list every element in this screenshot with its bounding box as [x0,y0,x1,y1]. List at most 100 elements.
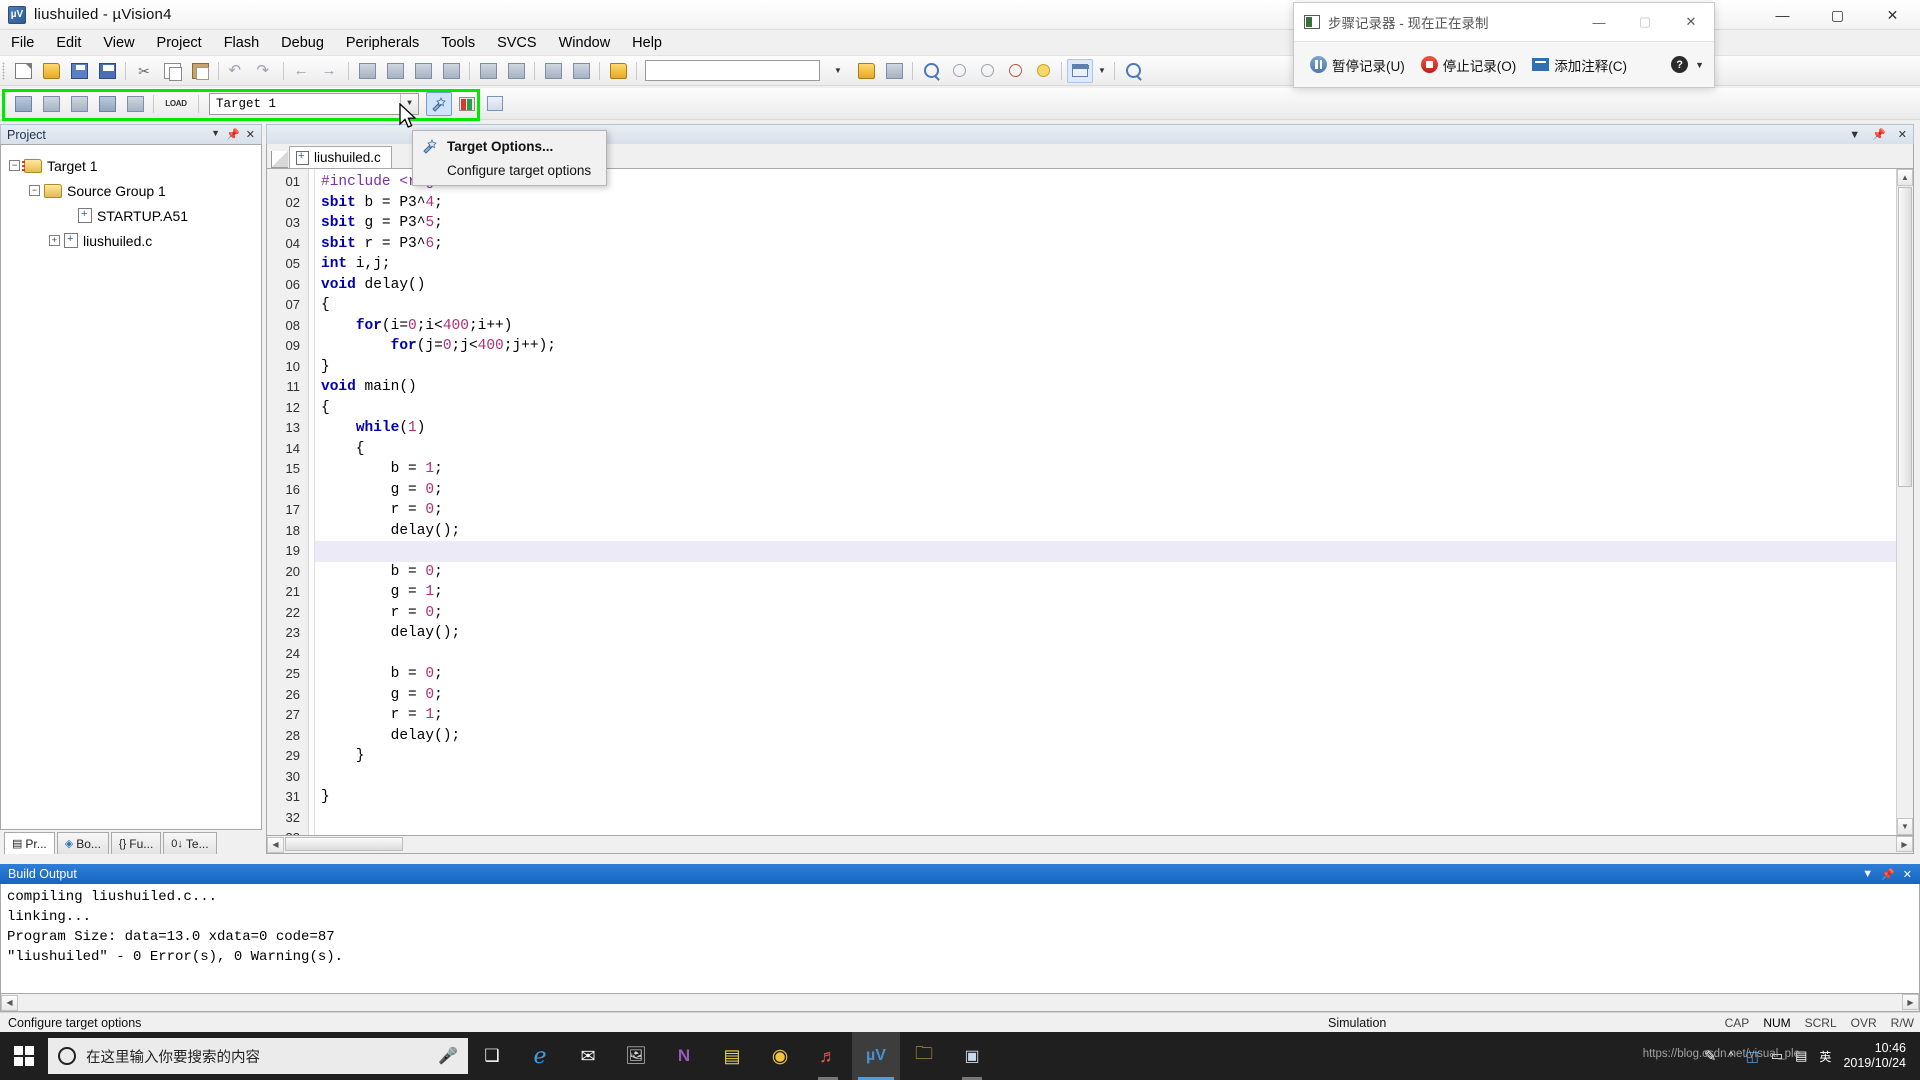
recorder-help-button[interactable]: ? ▼ [1665,52,1714,77]
forward-button[interactable]: → [317,59,343,83]
zoom-button[interactable] [918,59,944,83]
close-icon[interactable]: ✕ [1892,128,1913,141]
pin-icon[interactable]: 📌 [226,128,240,141]
menu-debug[interactable]: Debug [270,32,335,54]
code-line[interactable]: void delay() [315,275,1913,296]
code-line[interactable]: } [315,787,1913,808]
pause-recording-button[interactable]: 暂停记录(U) [1304,51,1411,79]
code-lines[interactable]: #include <reg51.h> sbit b = P3^4; sbit g =… [315,169,1913,835]
bookmark-prev-button[interactable] [382,59,408,83]
code-line[interactable]: r = 0; [315,603,1913,624]
rebuild-all-button[interactable] [66,92,92,116]
code-line[interactable]: delay(); [315,623,1913,644]
open-file-button[interactable] [38,59,64,83]
chevron-down-glyph[interactable]: ▼ [211,128,220,141]
code-line[interactable]: for(i=0;i<400;i++) [315,316,1913,337]
code-line[interactable]: sbit g = P3^5; [315,213,1913,234]
save-button[interactable] [66,59,92,83]
code-line[interactable]: void main() [315,377,1913,398]
taskbar-app-edge[interactable]: ℯ [516,1032,564,1080]
minimize-button[interactable]: — [1755,0,1810,30]
target-select[interactable]: Target 1 ▼ [209,92,419,115]
ime-icon[interactable]: 英 [1819,1048,1831,1065]
tree-item-target-1[interactable]: − Target 1 [1,153,261,178]
tab-project[interactable]: ▤ Pr... [4,832,55,854]
menu-svcs[interactable]: SVCS [486,32,548,54]
batch-build-button[interactable] [94,92,120,116]
taskbar-app-uvision[interactable]: µV [852,1032,900,1080]
recorder-maximize-button[interactable]: ▢ [1622,3,1668,41]
bookmark-clear-button[interactable] [438,59,464,83]
breakpoint-clear-button[interactable] [1002,59,1028,83]
back-button[interactable]: ← [289,59,315,83]
scroll-up-arrow[interactable]: ▲ [1897,169,1913,186]
stop-recording-button[interactable]: 停止记录(O) [1415,51,1523,79]
bookmark-toggle-button[interactable] [354,59,380,83]
recorder-close-button[interactable]: ✕ [1668,3,1714,41]
toolbar-grip[interactable] [2,61,5,80]
search-dropdown-button[interactable]: ▼ [825,59,851,83]
close-icon[interactable]: ✕ [1903,868,1912,881]
window-layout-dropdown[interactable]: ▼ [1095,59,1109,83]
build-output-text[interactable]: compiling liushuiled.c... linking... Progr… [0,884,1920,994]
chevron-down-icon[interactable]: ▼ [1862,868,1873,881]
paste-button[interactable] [187,59,213,83]
taskbar-app-sticky-notes[interactable]: ▤ [708,1032,756,1080]
menu-tools[interactable]: Tools [430,32,486,54]
find-in-files-button[interactable] [605,59,631,83]
taskbar-app-chrome[interactable]: ◉ [756,1032,804,1080]
code-line[interactable]: g = 1; [315,582,1913,603]
recorder-minimize-button[interactable]: — [1576,3,1622,41]
context-menu-item-target-options[interactable]: Target Options... [413,134,606,158]
breakpoint-button[interactable] [946,59,972,83]
code-line[interactable] [315,541,1913,562]
scroll-left-arrow[interactable]: ◀ [267,836,284,853]
menu-window[interactable]: Window [548,32,622,54]
translate-button[interactable] [10,92,36,116]
code-line[interactable]: r = 0; [315,500,1913,521]
menu-flash[interactable]: Flash [213,32,270,54]
manage-components-button[interactable] [454,92,480,116]
scroll-right-arrow[interactable]: ▶ [1896,836,1913,852]
code-line[interactable]: { [315,295,1913,316]
editor-horizontal-scrollbar[interactable]: ◀ ▶ [266,836,1914,854]
code-line[interactable]: delay(); [315,521,1913,542]
taskbar-clock[interactable]: 10:46 2019/10/24 [1843,1041,1906,1071]
code-line[interactable]: g = 0; [315,480,1913,501]
build-target-button[interactable] [38,92,64,116]
editor-vertical-scrollbar[interactable]: ▲ ▼ [1896,169,1913,835]
window-layout-button[interactable] [1067,58,1093,83]
outdent-button[interactable] [503,59,529,83]
code-line[interactable]: } [315,357,1913,378]
chevron-down-icon[interactable]: ▼ [1695,60,1704,70]
tab-templates[interactable]: 0↓ Te... [163,832,217,854]
new-file-button[interactable] [10,59,36,83]
project-tree[interactable]: − Target 1 − Source Group 1 STARTUP.A51 … [0,144,262,830]
menu-peripherals[interactable]: Peripherals [335,32,430,54]
task-view-button[interactable]: ❑ [468,1032,516,1080]
expander-icon[interactable]: − [9,160,20,171]
uncomment-button[interactable] [568,59,594,83]
toolbar-grip[interactable] [2,94,5,113]
redo-button[interactable]: ↷ [252,59,278,83]
comment-button[interactable] [540,59,566,83]
save-all-button[interactable] [94,59,120,83]
code-line[interactable]: delay(); [315,726,1913,747]
code-line[interactable] [315,828,1913,835]
goto-button[interactable] [853,59,879,83]
taskbar-app-music[interactable]: ♬ [804,1032,852,1080]
code-editor[interactable]: 01 02 03 04 05 06 07 08 09 10 11 12 13 14 15 16 17 18 19 20… [266,168,1914,836]
scroll-down-arrow[interactable]: ▼ [1897,818,1913,835]
indent-button[interactable] [475,59,501,83]
tree-item-source-group-1[interactable]: − Source Group 1 [1,178,261,203]
undo-button[interactable]: ↶ [224,59,250,83]
code-line[interactable]: } [315,746,1913,767]
menu-file[interactable]: File [0,32,45,54]
microphone-icon[interactable]: 🎤 [438,1046,458,1066]
expander-icon[interactable]: − [29,185,40,196]
help-search-button[interactable] [1120,59,1146,83]
cut-button[interactable]: ✂ [131,59,157,83]
menu-project[interactable]: Project [146,32,213,54]
maximize-button[interactable]: ▢ [1810,0,1865,30]
tab-books[interactable]: ◈ Bo... [56,832,109,854]
